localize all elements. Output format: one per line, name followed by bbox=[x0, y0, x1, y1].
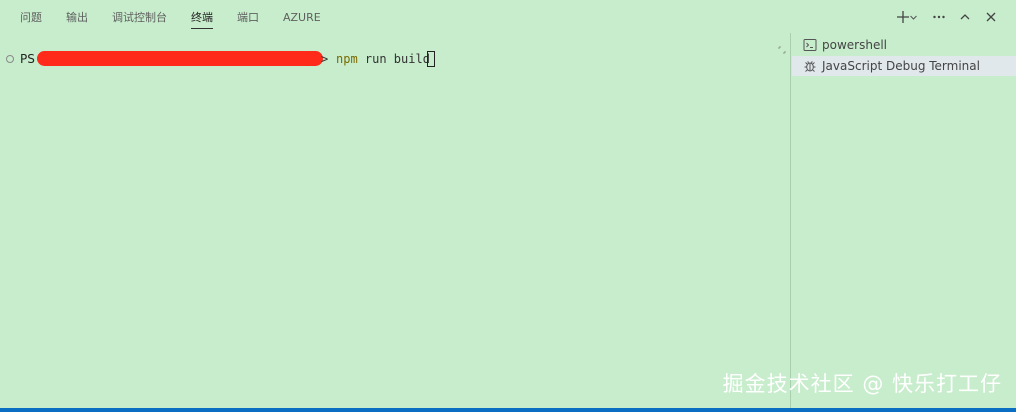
more-actions-button[interactable] bbox=[928, 6, 950, 28]
chevron-up-icon bbox=[960, 14, 970, 20]
status-bar bbox=[0, 408, 1016, 412]
terminal-tab-js-debug[interactable]: JavaScript Debug Terminal bbox=[792, 56, 1016, 76]
terminal-tabs-list: powershell JavaScript Debug Terminal bbox=[790, 33, 1016, 408]
panel-tab-bar: 问题 输出 调试控制台 终端 端口 AZURE bbox=[0, 0, 1016, 35]
terminal-command: npm run build bbox=[336, 50, 430, 68]
tab-problems[interactable]: 问题 bbox=[20, 10, 42, 28]
command-name: npm bbox=[336, 52, 358, 66]
chevron-down-icon bbox=[909, 15, 917, 20]
prompt-suffix: > bbox=[321, 52, 329, 66]
terminal-viewport[interactable]: PS > npm run build bbox=[0, 40, 790, 408]
terminal-tab-powershell[interactable]: powershell bbox=[792, 35, 1016, 55]
tab-terminal[interactable]: 终端 bbox=[191, 10, 213, 29]
command-args: run build bbox=[357, 52, 430, 66]
panel-actions bbox=[892, 6, 1002, 28]
terminal-tab-label: powershell bbox=[822, 38, 887, 52]
prompt-prefix: PS bbox=[20, 52, 35, 66]
terminal-tab-label: JavaScript Debug Terminal bbox=[822, 59, 980, 73]
terminal-profile-dropdown[interactable] bbox=[906, 6, 920, 28]
debug-icon bbox=[804, 61, 816, 72]
redacted-path bbox=[37, 51, 323, 66]
command-decoration-icon[interactable] bbox=[6, 55, 14, 63]
tab-output[interactable]: 输出 bbox=[66, 10, 88, 28]
tab-ports[interactable]: 端口 bbox=[237, 10, 259, 28]
more-icon bbox=[933, 15, 945, 19]
tab-azure[interactable]: AZURE bbox=[283, 10, 321, 28]
close-panel-button[interactable] bbox=[980, 6, 1002, 28]
close-icon bbox=[986, 12, 996, 22]
terminal-cursor bbox=[427, 51, 435, 67]
maximize-panel-button[interactable] bbox=[954, 6, 976, 28]
resize-grip-icon bbox=[778, 46, 786, 54]
watermark: 掘金技术社区 @ 快乐打工仔 bbox=[722, 372, 1002, 396]
terminal-icon bbox=[803, 39, 817, 51]
tab-debug-console[interactable]: 调试控制台 bbox=[112, 10, 167, 28]
